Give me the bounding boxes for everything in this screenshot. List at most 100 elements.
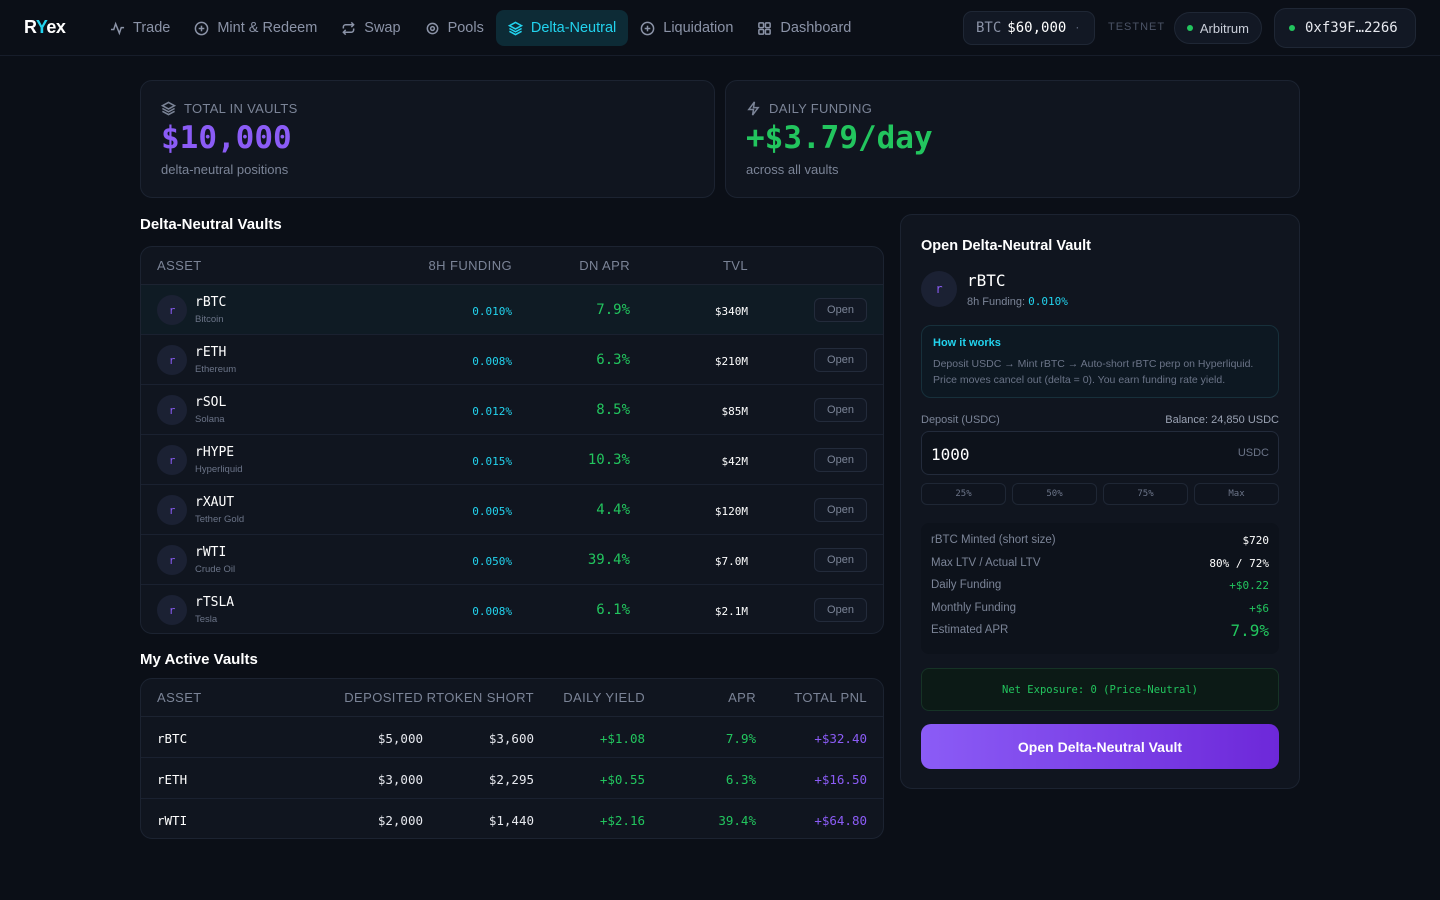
nav-item-mint-redeem[interactable]: Mint & Redeem xyxy=(182,10,329,46)
selected-asset-funding: 8h Funding: 0.010% xyxy=(967,295,1068,308)
nav-item-delta-neutral[interactable]: Delta-Neutral xyxy=(495,10,629,46)
open-vault-row-button[interactable]: Open xyxy=(814,598,867,622)
active-vault-row[interactable]: rWTI $2,000 $1,440 +$2.16 39.4% +$64.80 xyxy=(141,799,883,838)
tvl: $210M xyxy=(714,355,748,368)
asset-icon: r xyxy=(157,445,187,475)
asset-name: Ethereum xyxy=(195,364,237,375)
stat-sub: delta-neutral positions xyxy=(161,162,289,177)
open-vault-row-button[interactable]: Open xyxy=(814,348,867,372)
nav-item-liquidation[interactable]: Liquidation xyxy=(628,10,745,46)
active-rows: rBTC $5,000 $3,600 +$1.08 7.9% +$32.40 rETH $3,… xyxy=(141,717,883,838)
network-name: Arbitrum xyxy=(1199,20,1249,36)
asset-symbol: rXAUT xyxy=(195,495,235,510)
active-vaults-title: My Active Vaults xyxy=(140,651,258,668)
asset-symbol: rBTC xyxy=(195,295,227,310)
open-vault-row-button[interactable]: Open xyxy=(814,298,867,322)
dn-apr: 8.5% xyxy=(596,402,630,418)
percent-buttons: 25% 50% 75% Max xyxy=(921,483,1279,505)
how-it-works-title: How it works xyxy=(933,337,1001,349)
apr: 7.9% xyxy=(725,731,756,746)
activity-icon xyxy=(110,21,125,35)
active-vaults-table: ASSET DEPOSITED RTOKEN SHORT DAILY YIELD… xyxy=(140,678,884,839)
vault-row[interactable]: r rWTI Crude Oil 0.050% 39.4% $7.0M Open xyxy=(141,535,883,585)
nav-item-trade[interactable]: Trade xyxy=(98,10,182,46)
active-vault-row[interactable]: rBTC $5,000 $3,600 +$1.08 7.9% +$32.40 xyxy=(141,717,883,758)
vault-row[interactable]: r rXAUT Tether Gold 0.005% 4.4% $120M Open xyxy=(141,485,883,535)
nav-item-pools[interactable]: Pools xyxy=(413,10,496,46)
how-it-works-box: How it works Deposit USDC → Mint rBTC → … xyxy=(921,325,1279,398)
wallet-button[interactable]: 0xf39F…2266 xyxy=(1274,8,1416,48)
plus-circle-icon xyxy=(640,21,655,35)
pct-50-button[interactable]: 50% xyxy=(1012,483,1097,505)
funding-rate: 0.012% xyxy=(472,405,512,418)
asset-name: Tesla xyxy=(195,614,218,625)
open-vault-button[interactable]: Open Delta-Neutral Vault xyxy=(921,724,1279,769)
open-vault-row-button[interactable]: Open xyxy=(814,548,867,572)
dn-apr: 6.3% xyxy=(596,352,630,368)
asset-symbol: rWTI xyxy=(195,545,227,560)
position-summary: rBTC Minted (short size) $720 Max LTV / … xyxy=(921,523,1279,654)
rtoken-short: $2,295 xyxy=(488,772,534,787)
vault-rows: r rBTC Bitcoin 0.010% 7.9% $340M Open r rETH Ethe… xyxy=(141,285,883,633)
asset-name: Crude Oil xyxy=(195,564,236,575)
funding-rate: 0.015% xyxy=(472,455,512,468)
how-it-works-text: Deposit USDC → Mint rBTC → Auto-short rB… xyxy=(933,358,1254,386)
grid-icon xyxy=(758,21,772,35)
stat-value: +$3.79/day xyxy=(746,120,933,156)
vault-row[interactable]: r rTSLA Tesla 0.008% 6.1% $2.1M Open xyxy=(141,585,883,633)
dn-apr: 4.4% xyxy=(596,502,630,518)
asset-symbol: rETH xyxy=(195,345,227,360)
nav-item-dashboard[interactable]: Dashboard xyxy=(745,10,863,46)
rtoken-short: $1,440 xyxy=(488,813,534,828)
network-selector[interactable]: Arbitrum xyxy=(1174,12,1262,44)
plus-circle-icon xyxy=(195,21,209,35)
dn-apr: 6.1% xyxy=(596,602,630,618)
max-button[interactable]: Max xyxy=(1194,483,1279,505)
active-vault-row[interactable]: rETH $3,000 $2,295 +$0.55 6.3% +$16.50 xyxy=(141,758,883,799)
vault-row[interactable]: r rHYPE Hyperliquid 0.015% 10.3% $42M Open xyxy=(141,435,883,485)
tvl: $7.0M xyxy=(714,555,748,568)
deposit-input[interactable]: 1000 USDC xyxy=(921,431,1279,475)
dn-apr: 39.4% xyxy=(587,552,630,568)
pct-25-button[interactable]: 25% xyxy=(921,483,1006,505)
open-vault-row-button[interactable]: Open xyxy=(814,498,867,522)
asset-icon: r xyxy=(157,295,187,325)
open-vault-row-button[interactable]: Open xyxy=(814,448,867,472)
price-value: $60,000 xyxy=(1007,20,1067,36)
network-status-dot xyxy=(1187,25,1193,31)
asset-symbol: rTSLA xyxy=(195,595,235,610)
balance-label: Balance: 24,850 USDC xyxy=(1165,414,1279,426)
price-symbol: BTC xyxy=(976,20,1002,36)
deposit-value[interactable]: 1000 xyxy=(931,445,970,464)
asset-icon: r xyxy=(157,545,187,575)
daily-funding-card: DAILY FUNDING +$3.79/day across all vaul… xyxy=(725,80,1300,198)
table-header: ASSET 8H FUNDING DN APR TVL xyxy=(141,247,883,285)
vault-row[interactable]: r rSOL Solana 0.012% 8.5% $85M Open xyxy=(141,385,883,435)
open-vault-panel: Open Delta-Neutral Vault r rBTC 8h Fundi… xyxy=(900,214,1300,789)
logo[interactable]: RYex xyxy=(24,17,66,38)
nav-item-swap[interactable]: Swap xyxy=(329,10,412,46)
tvl: $85M xyxy=(721,405,749,418)
asset-symbol: rHYPE xyxy=(195,445,235,460)
funding-rate: 0.050% xyxy=(472,555,512,568)
layers-icon xyxy=(161,101,176,116)
vault-row[interactable]: r rETH Ethereum 0.008% 6.3% $210M Open xyxy=(141,335,883,385)
price-status-dot: · xyxy=(1074,22,1081,34)
deposited-amount: $5,000 xyxy=(377,731,423,746)
asset-icon: r xyxy=(157,495,187,525)
nav-items: Trade Mint & Redeem Swap Pools Delta-Neu… xyxy=(98,10,863,46)
panel-title: Open Delta-Neutral Vault xyxy=(921,238,1092,254)
stat-value: $10,000 xyxy=(161,120,292,156)
btc-price-pill[interactable]: BTC $60,000 · xyxy=(963,11,1095,45)
pct-75-button[interactable]: 75% xyxy=(1103,483,1188,505)
vault-row[interactable]: r rBTC Bitcoin 0.010% 7.9% $340M Open xyxy=(141,285,883,335)
asset-icon: r xyxy=(921,271,957,307)
apr: 39.4% xyxy=(718,813,756,828)
top-navbar: RYex Trade Mint & Redeem Swap Pools Delt… xyxy=(0,0,1440,56)
stat-label: TOTAL IN VAULTS xyxy=(184,101,298,116)
wallet-status-dot xyxy=(1289,25,1295,31)
daily-yield: +$0.55 xyxy=(599,772,645,787)
open-vault-row-button[interactable]: Open xyxy=(814,398,867,422)
asset-name: Bitcoin xyxy=(195,314,224,325)
wallet-address: 0xf39F…2266 xyxy=(1305,20,1398,36)
